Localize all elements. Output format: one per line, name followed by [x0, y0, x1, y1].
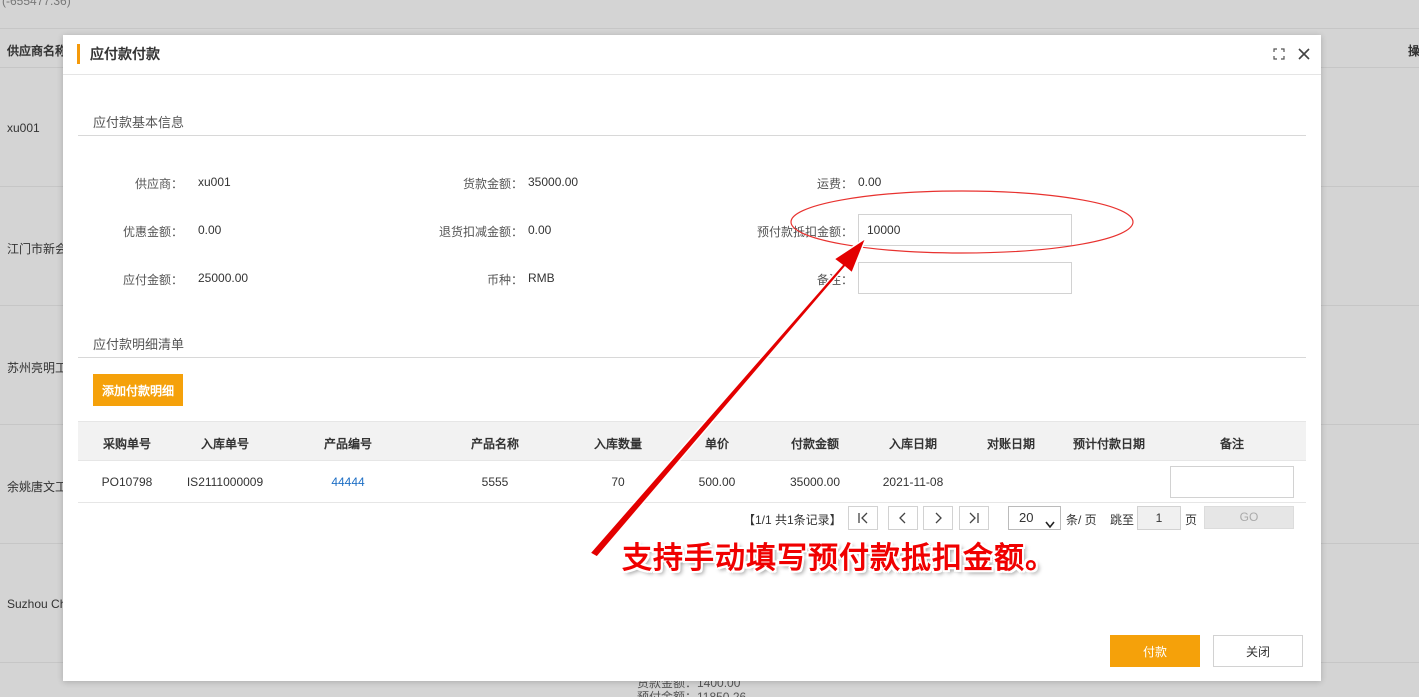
close-button[interactable]: 关闭 — [1213, 635, 1303, 667]
column-header: 入库单号 — [200, 437, 250, 451]
record-info: 共1条记录】 — [775, 513, 842, 527]
maximize-icon[interactable] — [1273, 48, 1285, 60]
page-suffix: 页 — [1185, 513, 1198, 527]
column-header: 产品名称 — [470, 437, 520, 451]
supplier-label: 供应商： — [134, 177, 183, 191]
currency-value: RMB — [528, 271, 555, 285]
freight-value: 0.00 — [858, 175, 882, 189]
pagination: 【1/1 共1条记录】 20 条/ 页 跳至 1 页 GO — [63, 505, 1321, 531]
background-supplier-cell: 江门市新会 — [7, 242, 68, 256]
column-header: 单价 — [704, 437, 730, 451]
chevron-down-icon — [1045, 514, 1055, 529]
discount-label: 优惠金额： — [122, 225, 183, 239]
first-page-button[interactable] — [848, 506, 878, 530]
purchase-order-cell: PO10798 — [101, 475, 153, 489]
section-divider — [78, 357, 1306, 358]
next-page-button[interactable] — [923, 506, 953, 530]
jump-page-input[interactable]: 1 — [1137, 506, 1181, 530]
annotation-callout: 支持手动填写预付款抵扣金额。 — [622, 542, 1056, 575]
inbound-date-cell: 2021-11-08 — [882, 475, 944, 489]
supplier-value: xu001 — [198, 175, 231, 189]
background-column-label: 供应商名称 — [7, 44, 68, 58]
page-size-value: 20 — [1019, 510, 1034, 525]
column-header: 备注 — [1219, 437, 1245, 451]
prev-page-button[interactable] — [888, 506, 918, 530]
column-header: 入库数量 — [593, 437, 643, 451]
column-header: 入库日期 — [888, 437, 938, 451]
payable-value: 25000.00 — [198, 271, 249, 285]
prepay-deduct-input[interactable] — [858, 214, 1072, 246]
return-deduct-label: 退货扣减金额： — [438, 225, 523, 239]
column-header: 对账日期 — [986, 437, 1036, 451]
last-page-button[interactable] — [959, 506, 989, 530]
page-info: 【1/1 — [743, 513, 772, 527]
dialog-header: 应付款付款 — [63, 35, 1321, 75]
detail-section-title: 应付款明细清单 — [93, 337, 185, 352]
page-size-select[interactable]: 20 — [1008, 506, 1061, 530]
currency-label: 币种： — [486, 273, 523, 287]
go-button[interactable]: GO — [1204, 506, 1294, 529]
unit-price-cell: 500.00 — [698, 475, 736, 489]
close-icon[interactable] — [1296, 46, 1312, 62]
freight-label: 运费： — [816, 177, 853, 191]
column-header: 采购单号 — [102, 437, 152, 451]
remark-label: 备注： — [816, 273, 853, 287]
background-supplier-cell: Suzhou Ch — [7, 597, 67, 611]
payment-amount-cell: 35000.00 — [789, 475, 841, 489]
background-supplier-cell: 余姚唐文工 — [7, 480, 68, 494]
remark-input[interactable] — [858, 262, 1072, 294]
chevron-right-icon — [935, 512, 942, 524]
goods-amount-value: 35000.00 — [528, 175, 579, 189]
prepay-deduct-label: 预付款抵扣金额： — [756, 225, 853, 239]
background-supplier-cell: 苏州亮明工 — [7, 361, 68, 375]
inbound-quantity-cell: 70 — [611, 475, 625, 489]
column-header: 预计付款日期 — [1072, 437, 1146, 451]
column-header: 产品编号 — [323, 437, 373, 451]
section-divider — [78, 135, 1306, 136]
product-name-cell: 5555 — [481, 475, 509, 489]
background-summary: (-655477.36) — [2, 0, 71, 8]
jump-label: 跳至 — [1110, 513, 1135, 527]
background-bottom-line: 预付金额：11850.26 — [637, 690, 747, 697]
table-row: PO10798 IS2111000009 44444 5555 70 500.0… — [78, 461, 1306, 503]
last-page-icon — [969, 512, 979, 524]
background-column-label-right: 操 — [1408, 44, 1419, 58]
add-payment-detail-button[interactable]: 添加付款明细 — [93, 374, 183, 406]
dialog-title: 应付款付款 — [77, 44, 160, 64]
chevron-left-icon — [899, 512, 906, 524]
inbound-order-cell: IS2111000009 — [186, 475, 264, 489]
goods-amount-label: 货款金额： — [462, 177, 523, 191]
first-page-icon — [858, 512, 868, 524]
payment-dialog: 应付款付款 应付款基本信息 供应商： xu001 货款金额： 35000.00 … — [63, 35, 1321, 681]
payable-label: 应付金额： — [122, 273, 183, 287]
product-code-link[interactable]: 44444 — [331, 475, 364, 489]
background-supplier-cell: xu001 — [7, 121, 40, 135]
detail-table-header: 采购单号 入库单号 产品编号 产品名称 入库数量 单价 付款金额 入库日期 对账… — [78, 421, 1306, 461]
discount-value: 0.00 — [198, 223, 222, 237]
pay-button[interactable]: 付款 — [1110, 635, 1200, 667]
return-deduct-value: 0.00 — [528, 223, 552, 237]
row-remark-input[interactable] — [1170, 466, 1294, 498]
column-header: 付款金额 — [790, 437, 840, 451]
per-page-label: 条/ 页 — [1066, 513, 1097, 527]
basic-info-section-title: 应付款基本信息 — [93, 115, 185, 130]
